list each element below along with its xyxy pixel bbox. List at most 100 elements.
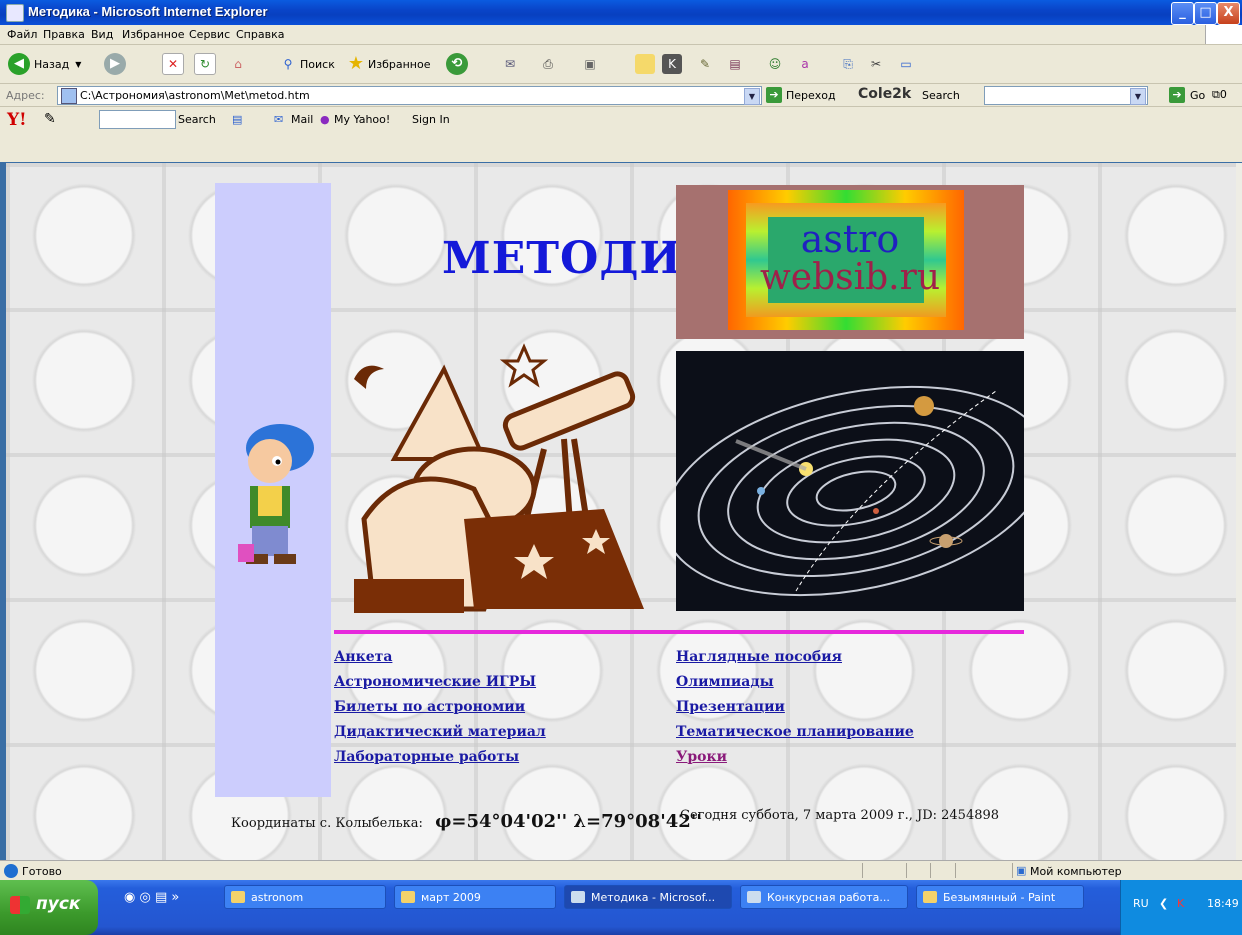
yahoo-search-button[interactable]: Search: [178, 113, 216, 126]
refresh-button[interactable]: ↻: [194, 53, 216, 75]
link-labs[interactable]: Лабораторные работы: [334, 749, 519, 765]
yahoo-search-input[interactable]: [99, 110, 176, 129]
task-metodika-ie[interactable]: Методика - Microsof...: [564, 885, 732, 909]
forward-arrow-icon: ▶: [104, 53, 126, 75]
minimize-button[interactable]: _: [1171, 2, 1194, 25]
copy-icon: ⎘: [843, 57, 853, 71]
window-title: Методика - Microsoft Internet Explorer: [28, 4, 268, 19]
stop-button[interactable]: ✕: [162, 53, 184, 75]
page-content: МЕТОДИ astro websib.ru Анкета Астрономич…: [6, 163, 1236, 860]
task-label: astronom: [251, 890, 304, 904]
link-anketa[interactable]: Анкета: [334, 649, 392, 665]
link-visual-aids[interactable]: Наглядные пособия: [676, 649, 842, 665]
folder-button[interactable]: [635, 53, 655, 75]
close-button[interactable]: X: [1217, 2, 1240, 25]
go-button[interactable]: ➔ Переход: [766, 87, 836, 103]
mail-button[interactable]: ✉: [500, 53, 520, 75]
window-button[interactable]: ▭: [896, 53, 916, 75]
ie-icon: [571, 891, 585, 903]
back-button[interactable]: ◀ Назад ▼: [8, 53, 81, 75]
link-presentations[interactable]: Презентации: [676, 699, 785, 715]
boy-image: [238, 424, 314, 564]
menu-edit[interactable]: Правка: [43, 28, 85, 41]
paint-icon: [923, 891, 937, 903]
start-label: пуск: [36, 894, 81, 914]
astro-websib-logo[interactable]: astro websib.ru: [676, 185, 1024, 339]
quick-launch-icons[interactable]: ◉ ◎ ▤ »: [124, 890, 179, 905]
address-dropdown-icon[interactable]: ▼: [744, 88, 760, 105]
cole-search-label[interactable]: Search: [922, 89, 960, 102]
cut-button[interactable]: ✂: [866, 53, 886, 75]
coordinates-text: Координаты с. Колыбелька: φ=54°04'02'' λ…: [231, 811, 702, 832]
copy-button[interactable]: ⎘: [838, 53, 858, 75]
bookmark-icon[interactable]: ▤: [232, 113, 242, 126]
sign-in-link[interactable]: Sign In: [412, 113, 450, 126]
my-yahoo-link[interactable]: My Yahoo!: [334, 113, 390, 126]
address-bar: Адрес: C:\Астрономия\astronom\Met\metod.…: [0, 84, 1242, 107]
today-date-text: Сегодня суббота, 7 марта 2009 г., JD: 24…: [680, 808, 1000, 823]
tool-button-1[interactable]: ✎: [695, 53, 715, 75]
astronomer-telescope-image: [354, 343, 644, 613]
link-olympiads[interactable]: Олимпиады: [676, 674, 774, 690]
start-button[interactable]: пуск: [0, 880, 98, 935]
link-thematic-planning[interactable]: Тематическое планирование: [676, 724, 914, 740]
search-dropdown-icon[interactable]: ▼: [1130, 88, 1146, 105]
edit-button[interactable]: ▣: [580, 53, 600, 75]
refresh-icon: ↻: [194, 53, 216, 75]
computer-icon: ▣: [1016, 864, 1027, 877]
window-icon: ▭: [900, 57, 912, 71]
maximize-button[interactable]: □: [1194, 2, 1217, 25]
cole-go-label[interactable]: Go: [1190, 89, 1205, 102]
ie-icon: [6, 4, 24, 22]
forward-button[interactable]: ▶: [104, 53, 126, 75]
address-input[interactable]: C:\Астрономия\astronom\Met\metod.htm ▼: [57, 86, 762, 105]
cole-search-input[interactable]: ▼: [984, 86, 1148, 105]
home-button[interactable]: ⌂: [228, 53, 248, 75]
pencil-icon[interactable]: ✎: [44, 111, 56, 127]
yahoo-mail-link[interactable]: Mail: [291, 113, 313, 126]
menu-file[interactable]: Файл: [7, 28, 37, 41]
kaspersky-icon[interactable]: K: [1177, 897, 1184, 910]
link-astro-games[interactable]: Астрономические ИГРЫ: [334, 674, 536, 690]
yahoo-toolbar: Y! ✎ Search ▤ ✉ Mail ● My Yahoo! Sign In: [0, 107, 1242, 162]
tool-button-2[interactable]: ▤: [725, 53, 745, 75]
print-button[interactable]: ⎙: [538, 53, 558, 75]
search-label: Поиск: [300, 57, 335, 71]
link-didactic[interactable]: Дидактический материал: [334, 724, 546, 740]
link-tickets[interactable]: Билеты по астрономии: [334, 699, 525, 715]
yahoo-logo[interactable]: Y!: [7, 110, 27, 130]
menu-favorites[interactable]: Избранное: [122, 28, 184, 41]
cole2k-logo: Cole2k: [858, 86, 912, 102]
history-button[interactable]: ⟲: [446, 53, 468, 75]
popup-counter-icon[interactable]: ⧉0: [1212, 88, 1227, 102]
task-paint[interactable]: Безымянный - Paint: [916, 885, 1084, 909]
task-konkursnaya[interactable]: Конкурсная работа...: [740, 885, 908, 909]
title-bar: Методика - Microsoft Internet Explorer _…: [0, 0, 1242, 25]
taskbar: пуск ◉ ◎ ▤ » astronom март 2009 Методика…: [0, 880, 1242, 935]
menu-tools[interactable]: Сервис: [189, 28, 230, 41]
k-button[interactable]: K: [662, 53, 682, 75]
link-lessons[interactable]: Уроки: [676, 749, 727, 765]
clock: 18:49: [1207, 897, 1239, 910]
my-yahoo-icon: ●: [320, 113, 330, 126]
task-label: Методика - Microsof...: [591, 890, 716, 904]
menu-view[interactable]: Вид: [91, 28, 113, 41]
search-button[interactable]: ⚲ Поиск: [278, 53, 335, 75]
cole-go-arrow-icon[interactable]: ➔: [1169, 87, 1185, 103]
tray-arrow-icon[interactable]: ❮: [1159, 897, 1168, 910]
vertical-scrollbar[interactable]: [1236, 163, 1242, 860]
menu-help[interactable]: Справка: [236, 28, 284, 41]
task-label: Конкурсная работа...: [767, 890, 890, 904]
translate-button[interactable]: a: [795, 53, 815, 75]
folder-icon: [401, 891, 415, 903]
page-heading: МЕТОДИ: [442, 233, 683, 284]
language-indicator[interactable]: RU: [1133, 897, 1149, 910]
folder-icon: [635, 54, 655, 74]
toolbar: ◀ Назад ▼ ▶ ✕ ↻ ⌂ ⚲ Поиск ★ Избранное ⟲ …: [0, 45, 1242, 84]
task-astronom[interactable]: astronom: [224, 885, 386, 909]
tool-button-3[interactable]: ☺: [765, 53, 785, 75]
translate-icon: a: [801, 57, 809, 71]
favorites-button[interactable]: ★ Избранное: [346, 53, 431, 75]
windows-logo-icon: [1205, 25, 1242, 44]
task-mart-2009[interactable]: март 2009: [394, 885, 556, 909]
